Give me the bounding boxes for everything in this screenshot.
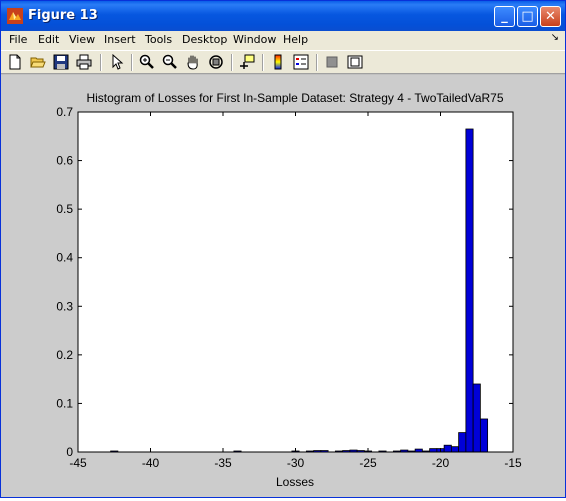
y-tick-label: 0.7 [56,105,73,119]
y-tick-label: 0 [66,445,73,459]
legend-icon[interactable] [293,54,309,70]
menu-help[interactable]: Help [283,33,308,46]
toolbar-separator [316,54,318,71]
maximize-button[interactable]: □ [517,6,538,27]
x-tick-label: -15 [504,456,522,470]
toolbar-separator [131,54,133,71]
histogram-bar [429,448,438,453]
title-bar[interactable]: Figure 13 _ □ ✕ [1,1,565,31]
x-tick-label: -40 [142,456,160,470]
hide-plot-tools-icon[interactable] [324,54,340,70]
y-tick-label: 0.4 [56,251,73,265]
menu-bar: File Edit View Insert Tools Desktop Wind… [1,31,565,50]
toolbar [1,50,565,74]
pan-hand-icon[interactable] [185,54,201,70]
histogram-bar [479,418,489,453]
menu-view[interactable]: View [69,33,95,46]
x-tick-label: -25 [359,456,377,470]
histogram-bar [450,446,460,453]
zoom-out-icon[interactable] [162,54,178,70]
y-tick-label: 0.3 [56,299,73,313]
matlab-logo-icon [7,8,23,24]
menu-file[interactable]: File [9,33,27,46]
histogram-bar [458,432,467,453]
data-cursor-icon[interactable] [239,54,255,70]
toolbar-separator [262,54,264,71]
menu-insert[interactable]: Insert [104,33,136,46]
save-icon[interactable] [53,54,69,70]
zoom-in-icon[interactable] [139,54,155,70]
menu-tools[interactable]: Tools [145,33,172,46]
toolbar-separator [100,54,102,71]
histogram-bar [443,444,452,453]
figure-window: Figure 13 _ □ ✕ File Edit View Insert To… [0,0,566,498]
y-tick-label: 0.6 [56,154,73,168]
figure-canvas: -45 -40 -35 -30 -25 -20 -15 0 0.1 0.2 0.3 0.4 0.5 0.… [1,75,565,497]
menu-window[interactable]: Window [233,33,276,46]
edit-plot-arrow-icon[interactable] [109,54,125,70]
chart-title: Histogram of Losses for First In-Sample … [86,91,503,105]
x-tick-label: -30 [287,456,305,470]
rotate-3d-icon[interactable] [208,54,224,70]
histogram-bar [472,383,481,453]
histogram-chart: -45 -40 -35 -30 -25 -20 -15 00.10.20.30.40.50.… [56,91,522,489]
menu-desktop[interactable]: Desktop [182,33,227,46]
show-plot-tools-icon[interactable] [347,54,363,70]
print-icon[interactable] [76,54,92,70]
histogram-bar [465,128,474,453]
x-tick-label: -35 [214,456,232,470]
open-file-icon[interactable] [30,54,46,70]
y-tick-label: 0.1 [56,396,73,410]
plot-area [78,112,513,452]
new-figure-icon[interactable] [7,54,23,70]
colorbar-icon[interactable] [270,54,286,70]
x-axis-label: Losses [276,475,314,489]
toolbar-separator [231,54,233,71]
close-button[interactable]: ✕ [540,6,561,27]
menu-edit[interactable]: Edit [38,33,59,46]
window-title: Figure 13 [28,8,98,23]
y-tick-label: 0.2 [56,348,73,362]
y-tick-label: 0.5 [56,202,73,216]
x-tick-label: -20 [432,456,450,470]
chevron-icon[interactable]: ↘ [551,32,559,43]
minimize-button[interactable]: _ [494,6,515,27]
